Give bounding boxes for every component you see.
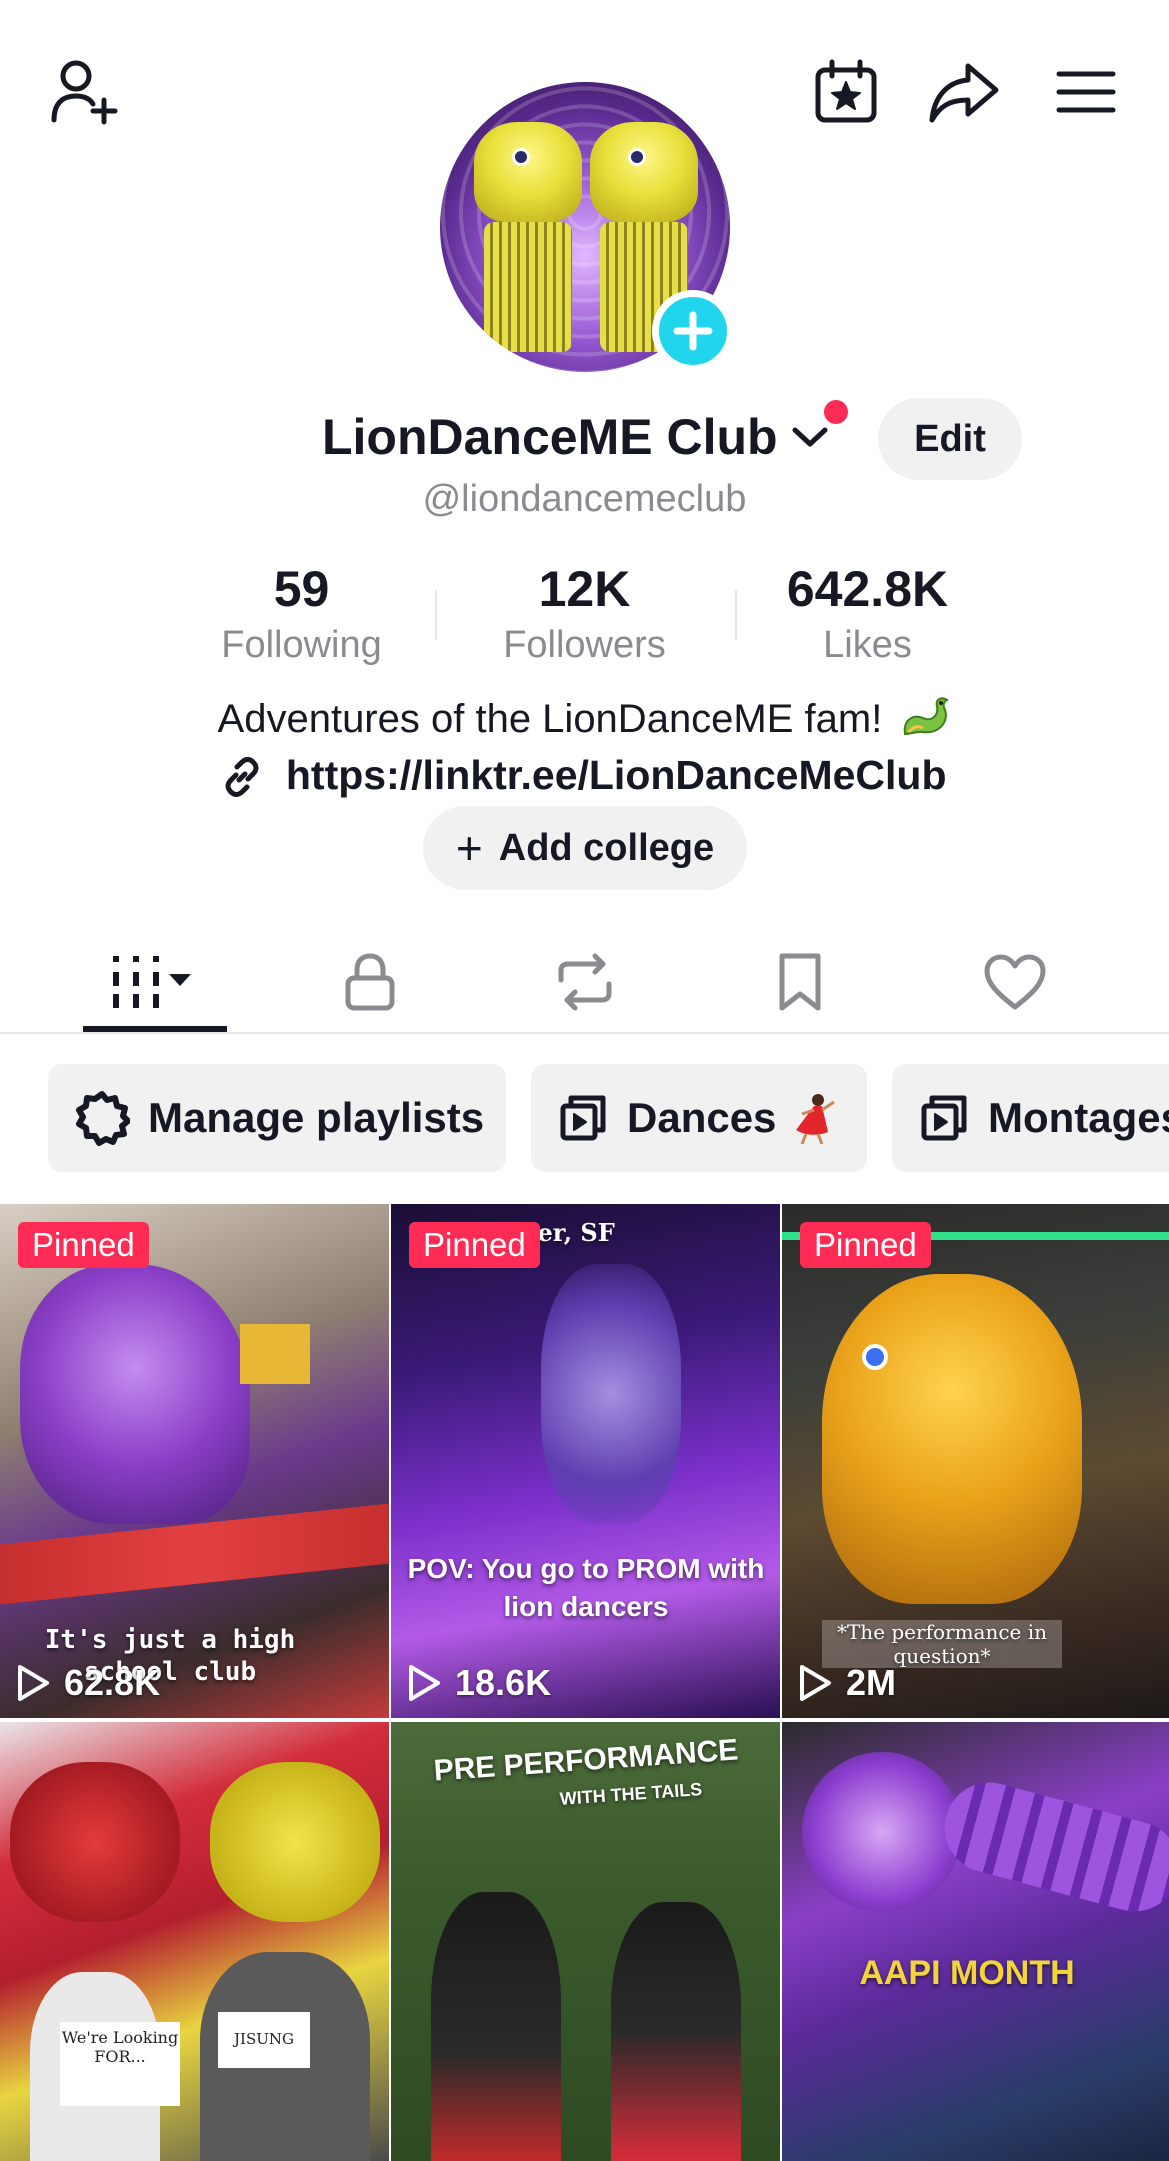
video-thumbnail[interactable]: PRE PERFORMANCE WITH THE TAILS [391,1722,780,2161]
play-icon [800,1665,831,1701]
video-thumbnail[interactable]: Pinned *The performance in question* 2M [782,1204,1169,1718]
pinned-badge: Pinned [409,1222,540,1268]
view-count: 18.6K [407,1662,551,1704]
lock-icon [345,953,395,1011]
profile-name[interactable]: LionDanceME Club [322,408,778,466]
video-caption: POV: You go to PROM with lion dancers [407,1553,765,1622]
chevron-down-icon[interactable] [790,422,830,457]
menu-icon[interactable] [1046,52,1126,132]
profile-stats: 59 Following 12K Followers 642.8K Likes [160,560,1010,670]
chip-label: Manage playlists [148,1094,485,1141]
stat-likes[interactable]: 642.8K Likes [726,560,1009,667]
profile-link[interactable]: https://linktr.ee/LionDanceMeClub [0,752,1169,799]
profile-bio: Adventures of the LionDanceME fam! [0,694,1169,742]
edit-profile-button[interactable]: Edit [878,398,1022,480]
video-thumbnail[interactable]: Pinned It's just a high school club 62.8… [0,1204,389,1718]
notification-dot [824,400,848,424]
pinned-badge: Pinned [18,1222,149,1268]
view-count: 2M [798,1662,896,1704]
video-thumbnail[interactable]: We're Looking FOR... JISUNG [0,1722,389,2161]
video-thumbnail[interactable]: AAPI MONTH [782,1722,1169,2161]
repost-icon [558,953,612,1011]
playlist-icon [560,1095,606,1141]
dragon-emoji-icon [899,694,951,740]
calendar-star-icon[interactable] [806,52,886,132]
heart-icon [984,954,1046,1010]
video-caption: *The performance in question* [822,1620,1062,1668]
playlist-chips: Manage playlists Dances Montages [0,1064,1169,1172]
tab-reposts[interactable] [510,930,660,1034]
play-icon [409,1665,440,1701]
stat-label: Following [221,624,382,666]
profile-tabs [0,930,1169,1034]
pinned-badge: Pinned [800,1222,931,1268]
link-text: https://linktr.ee/LionDanceMeClub [285,752,947,798]
add-college-label: Add college [498,826,715,869]
stat-label: Followers [503,624,666,666]
view-count-text: 18.6K [455,1662,552,1703]
add-college-button[interactable]: + Add college [423,806,747,890]
tab-liked[interactable] [940,930,1090,1034]
dancer-emoji-icon [788,1092,836,1145]
stat-value: 642.8K [786,561,949,617]
profile-avatar[interactable] [440,82,734,372]
view-count-text: 2M [846,1662,897,1703]
video-grid: Pinned It's just a high school club 62.8… [0,1204,1169,2161]
playlist-chip-montages[interactable]: Montages [892,1064,1169,1172]
stat-label: Likes [823,624,912,666]
video-caption-secondary: JISUNG [218,2012,310,2068]
add-story-plus-icon[interactable] [652,290,734,372]
stat-divider [435,590,437,640]
add-friend-icon[interactable] [44,52,124,132]
bio-text: Adventures of the LionDanceME fam! [217,697,883,741]
video-caption-secondary: WITH THE TAILS [559,1779,703,1809]
share-icon[interactable] [924,52,1004,132]
tab-private[interactable] [295,930,445,1034]
view-count-text: 62.8K [64,1662,161,1703]
settings-icon [76,1091,130,1146]
stat-value: 59 [273,561,330,617]
view-count: 62.8K [16,1662,160,1704]
manage-playlists-chip[interactable]: Manage playlists [48,1064,506,1172]
tab-videos[interactable] [80,930,230,1034]
chip-label: Montages [988,1094,1169,1141]
video-caption: AAPI MONTH [859,1954,1075,1992]
play-icon [18,1665,49,1701]
grid-icon [113,956,191,1008]
profile-name-row: LionDanceME Club Edit [0,398,1169,480]
plus-icon: + [455,822,483,874]
tab-favorites[interactable] [725,930,875,1034]
playlist-icon [921,1095,967,1141]
link-icon [226,757,259,797]
stat-followers[interactable]: 12K Followers [443,560,726,667]
bookmark-icon [779,953,821,1011]
active-tab-indicator [83,1026,227,1032]
profile-handle: @liondancemeclub [422,478,747,520]
chip-label: Dances [627,1094,777,1141]
video-caption: We're Looking FOR... [60,2022,180,2106]
video-thumbnail[interactable]: e Center, SF Pinned POV: You go to PROM … [391,1204,780,1718]
playlist-chip-dances[interactable]: Dances [531,1064,867,1172]
stat-value: 12K [538,561,631,617]
stat-following[interactable]: 59 Following [160,560,443,667]
